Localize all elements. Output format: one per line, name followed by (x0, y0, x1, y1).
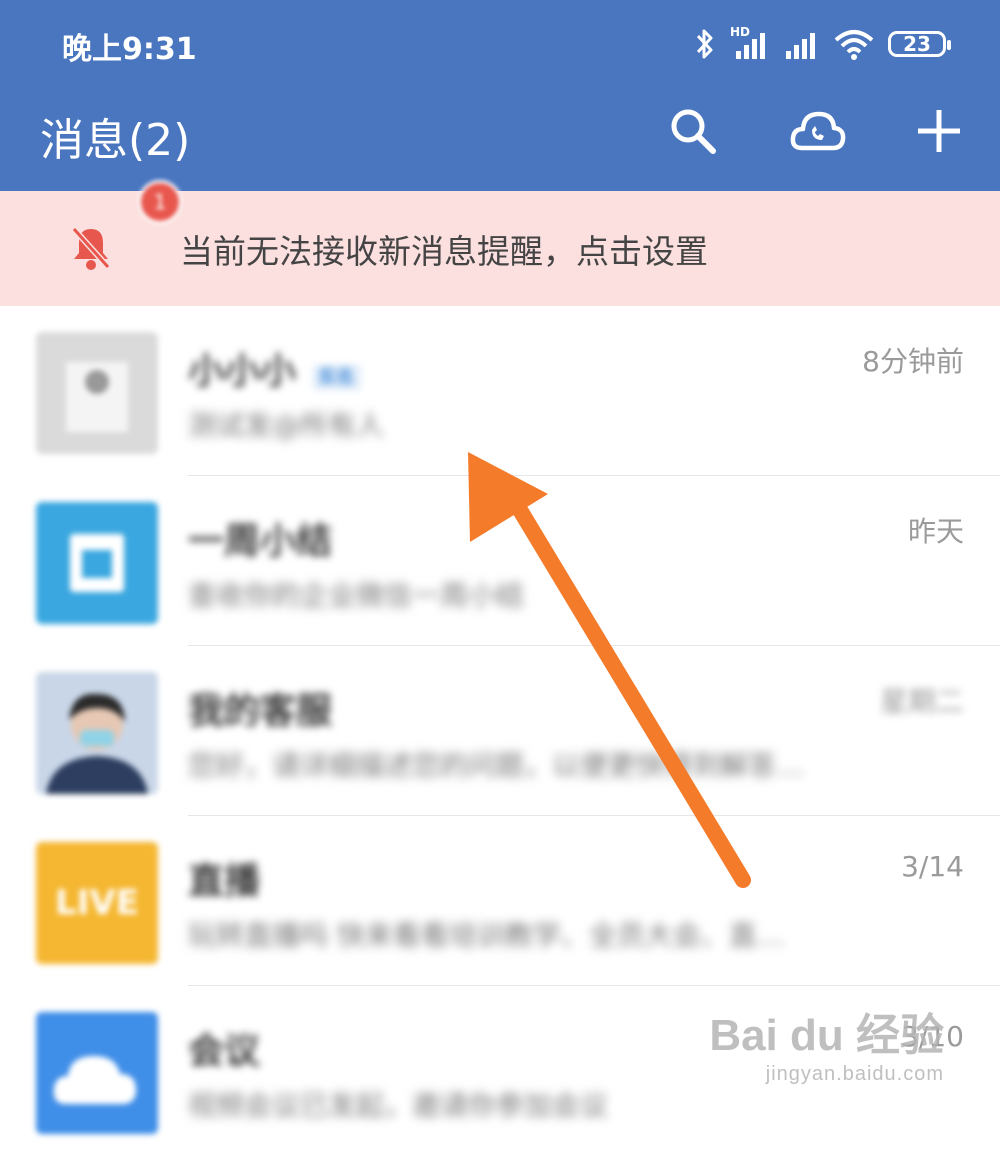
signal-hd-icon: HD (730, 25, 770, 59)
conversation-name: 直播 (188, 861, 261, 902)
conversation-item[interactable]: 一周小结 查收你的企业微信一周小结 昨天 (0, 476, 1000, 646)
conversation-preview: 查收你的企业微信一周小结 (188, 579, 525, 612)
page-title: 消息(2) (40, 115, 191, 166)
conversation-preview: 玩转直播吗 快来看看培训教学、全员大会、直… (188, 919, 785, 952)
bell-muted-icon (71, 226, 111, 270)
add-icon[interactable] (914, 106, 964, 156)
conversation-time: 8分钟前 (862, 345, 964, 378)
conversation-item[interactable]: 小小小 实名 测试发@所有人 8分钟前 (0, 306, 1000, 476)
cloud-phone-icon[interactable] (790, 106, 846, 156)
verified-tag: 实名 (312, 365, 361, 390)
conversation-preview: 视频会议已发起，邀请你参加会议 (188, 1089, 609, 1122)
bluetooth-icon (696, 29, 713, 59)
wifi-icon (834, 30, 874, 60)
conversation-time: 昨天 (907, 515, 964, 548)
status-time: 晚上9:31 (62, 32, 197, 67)
avatar (36, 672, 158, 794)
avatar (36, 332, 158, 454)
battery-indicator: 23 (888, 31, 951, 57)
baidu-watermark: Bai du 经验 jingyan.baidu.com (709, 1011, 944, 1085)
conversation-preview: 测试发@所有人 (188, 409, 385, 442)
conversation-item[interactable]: 我的客服 您好，请详细描述您的问题，以便更快得到解答… 星期二 (0, 646, 1000, 816)
status-icons: HD 23 (694, 22, 951, 66)
avatar (36, 1012, 158, 1134)
conversation-name: 小小小 实名 (188, 342, 361, 394)
conversation-name: 一周小结 (188, 521, 333, 562)
conversation-item[interactable]: LIVE 直播 玩转直播吗 快来看看培训教学、全员大会、直… 3/14 (0, 816, 1000, 986)
app-header: 晚上9:31 HD 23 消息(2) (0, 0, 1000, 191)
conversation-preview: 您好，请详细描述您的问题，以便更快得到解答… (188, 749, 805, 782)
search-icon[interactable] (668, 106, 718, 156)
avatar (36, 502, 158, 624)
conversation-time: 星期二 (879, 685, 964, 718)
conversation-time: 3/14 (901, 850, 964, 883)
conversation-name: 会议 (188, 1031, 261, 1072)
signal-icon (786, 33, 815, 59)
avatar: LIVE (36, 842, 158, 964)
conversation-name: 我的客服 (188, 691, 333, 732)
banner-text: 当前无法接收新消息提醒，点击设置 (180, 232, 708, 271)
unread-badge: 1 (138, 180, 182, 224)
